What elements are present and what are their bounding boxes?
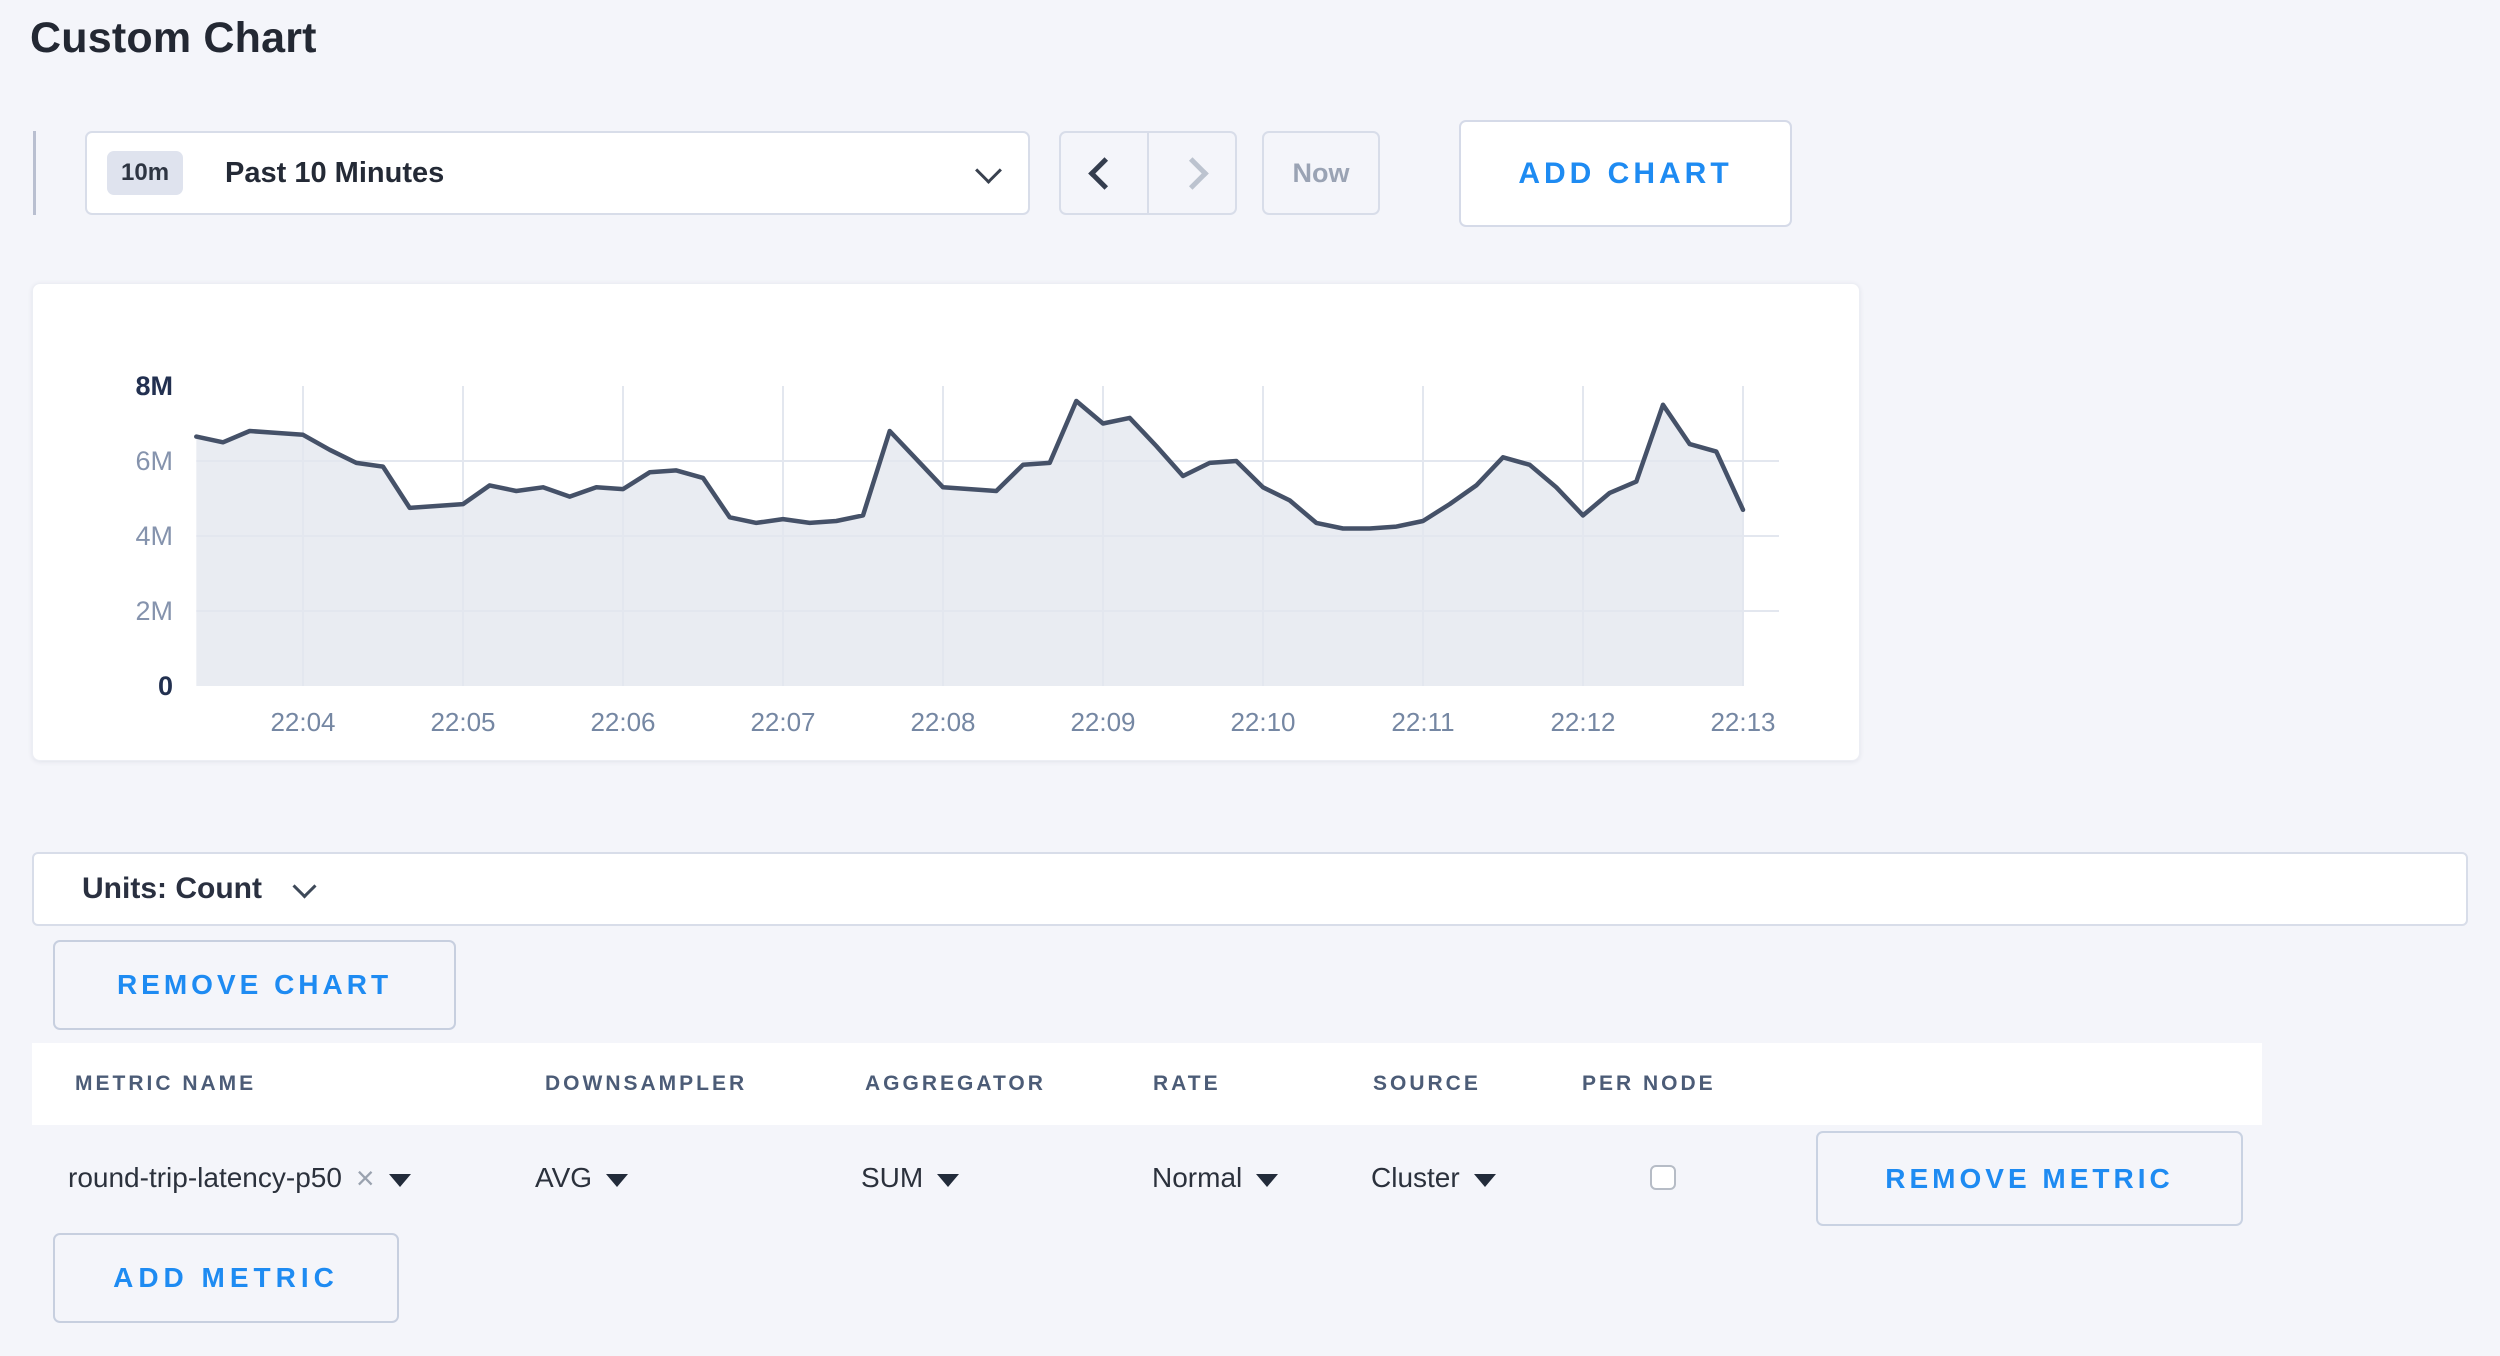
y-axis-labels: 0 2M 4M 6M 8M: [135, 371, 173, 701]
rate-value: Normal: [1152, 1162, 1242, 1194]
chevron-down-icon: [292, 874, 316, 898]
x-tick-label: 22:05: [430, 707, 495, 737]
col-header-per-node: PER NODE: [1582, 1043, 1716, 1125]
chevron-left-icon: [1088, 157, 1121, 190]
x-tick-label: 22:06: [590, 707, 655, 737]
units-label: Units: Count: [82, 872, 262, 906]
x-tick-label: 22:07: [750, 707, 815, 737]
chart-area-fill: [196, 401, 1743, 686]
metric-name-dropdown[interactable]: round-trip-latency-p50 ×: [68, 1125, 411, 1231]
caret-down-icon: [389, 1174, 411, 1187]
chart-panel: 22:04 22:05 22:06 22:07 22:08 22:09 22:10 22:11…: [32, 283, 1860, 761]
units-dropdown[interactable]: Units: Count: [32, 852, 2468, 926]
aggregator-dropdown[interactable]: SUM: [861, 1125, 959, 1231]
remove-chart-button[interactable]: REMOVE CHART: [53, 940, 456, 1030]
y-tick-label: 8M: [135, 371, 173, 401]
x-tick-label: 22:13: [1710, 707, 1775, 737]
time-back-button[interactable]: [1061, 133, 1147, 213]
time-range-badge: 10m: [107, 151, 183, 195]
rate-dropdown[interactable]: Normal: [1152, 1125, 1278, 1231]
caret-down-icon: [1256, 1174, 1278, 1187]
downsampler-dropdown[interactable]: AVG: [535, 1125, 628, 1231]
y-tick-label: 2M: [135, 596, 173, 626]
chevron-right-icon: [1176, 157, 1209, 190]
metric-row: round-trip-latency-p50 × AVG SUM Normal …: [32, 1125, 2468, 1231]
time-step-buttons: [1059, 131, 1237, 215]
close-x-icon[interactable]: ×: [356, 1162, 375, 1194]
area-chart: 22:04 22:05 22:06 22:07 22:08 22:09 22:10 22:11…: [33, 284, 1861, 762]
downsampler-value: AVG: [535, 1162, 592, 1194]
caret-down-icon: [1474, 1174, 1496, 1187]
page-title: Custom Chart: [30, 14, 317, 63]
col-header-source: SOURCE: [1373, 1043, 1481, 1125]
source-dropdown[interactable]: Cluster: [1371, 1125, 1496, 1231]
x-axis-labels: 22:04 22:05 22:06 22:07 22:08 22:09 22:10 22:11…: [270, 707, 1775, 737]
x-tick-label: 22:08: [910, 707, 975, 737]
remove-metric-button[interactable]: REMOVE METRIC: [1816, 1131, 2243, 1226]
x-tick-label: 22:04: [270, 707, 335, 737]
add-chart-button[interactable]: ADD CHART: [1459, 120, 1792, 227]
col-header-rate: RATE: [1153, 1043, 1221, 1125]
y-tick-label: 6M: [135, 446, 173, 476]
col-header-downsampler: DOWNSAMPLER: [545, 1043, 747, 1125]
y-tick-label: 0: [158, 671, 173, 701]
per-node-checkbox[interactable]: [1650, 1165, 1676, 1190]
y-tick-label: 4M: [135, 521, 173, 551]
aggregator-value: SUM: [861, 1162, 923, 1194]
col-header-aggregator: AGGREGATOR: [865, 1043, 1046, 1125]
metrics-table-header: METRIC NAME DOWNSAMPLER AGGREGATOR RATE …: [32, 1043, 2262, 1125]
x-tick-label: 22:11: [1391, 707, 1454, 737]
col-header-metric-name: METRIC NAME: [75, 1043, 256, 1125]
time-range-dropdown[interactable]: 10m Past 10 Minutes: [85, 131, 1030, 215]
x-tick-label: 22:10: [1230, 707, 1295, 737]
caret-down-icon: [937, 1174, 959, 1187]
now-button[interactable]: Now: [1262, 131, 1380, 215]
caret-down-icon: [606, 1174, 628, 1187]
chevron-down-icon: [975, 157, 1002, 184]
time-forward-button[interactable]: [1147, 133, 1235, 213]
add-metric-button[interactable]: ADD METRIC: [53, 1233, 399, 1323]
toolbar-left-divider: [33, 131, 36, 215]
x-tick-label: 22:12: [1550, 707, 1615, 737]
time-range-label: Past 10 Minutes: [225, 157, 444, 190]
metric-name-value: round-trip-latency-p50: [68, 1162, 342, 1194]
source-value: Cluster: [1371, 1162, 1460, 1194]
x-tick-label: 22:09: [1070, 707, 1135, 737]
